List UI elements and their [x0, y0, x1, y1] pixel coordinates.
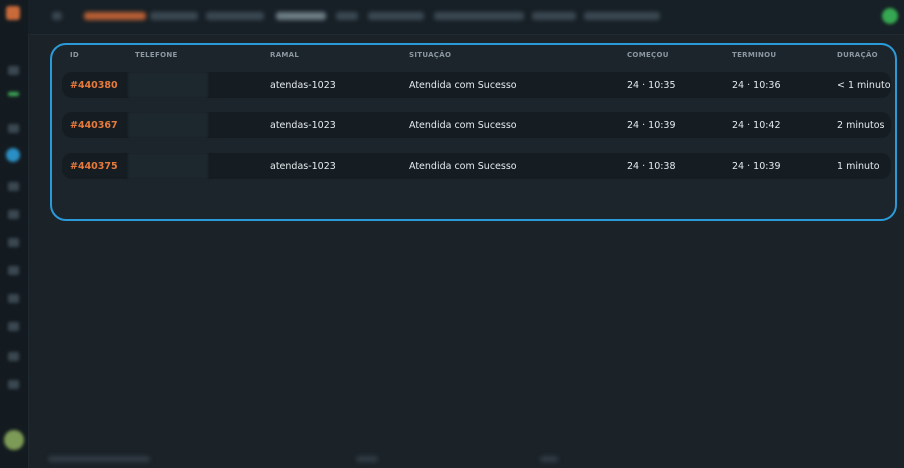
comecou-cell: 24 · 10:35 — [627, 80, 676, 91]
terminou-cell: 24 · 10:42 — [732, 120, 781, 131]
footer-text — [356, 456, 378, 462]
comecou-cell: 24 · 10:38 — [627, 161, 676, 172]
table-header: ID TELEFONE RAMAL SITUAÇÃO COMEÇOU TERMI… — [52, 51, 895, 63]
terminou-cell: 24 · 10:39 — [732, 161, 781, 172]
ramal-cell: atendas-1023 — [270, 120, 336, 131]
situacao-cell: Atendida com Sucesso — [409, 161, 517, 172]
ramal-cell: atendas-1023 — [270, 80, 336, 91]
terminou-cell: 24 · 10:36 — [732, 80, 781, 91]
phone-redacted — [128, 153, 208, 179]
footer-text — [540, 456, 558, 462]
nav-icon[interactable] — [8, 294, 19, 303]
ramal-cell: atendas-1023 — [270, 161, 336, 172]
situacao-cell: Atendida com Sucesso — [409, 80, 517, 91]
nav-icon[interactable] — [8, 210, 19, 219]
calls-table-card: ID TELEFONE RAMAL SITUAÇÃO COMEÇOU TERMI… — [50, 43, 897, 221]
tab[interactable] — [150, 12, 198, 20]
tab[interactable] — [584, 12, 660, 20]
phone-redacted — [128, 72, 208, 98]
table-row[interactable]: #440367 atendas-1023 Atendida com Sucess… — [62, 112, 891, 138]
sidebar — [0, 0, 29, 468]
duracao-cell: 1 minuto — [837, 161, 880, 172]
table-row[interactable]: #440375 atendas-1023 Atendida com Sucess… — [62, 153, 891, 179]
user-avatar[interactable] — [4, 430, 24, 450]
table-row[interactable]: #440380 atendas-1023 Atendida com Sucess… — [62, 72, 891, 98]
nav-icon[interactable] — [8, 352, 19, 361]
comecou-cell: 24 · 10:39 — [627, 120, 676, 131]
nav-icon-active[interactable] — [6, 148, 20, 162]
header-telefone: TELEFONE — [135, 51, 178, 59]
call-id-link[interactable]: #440375 — [70, 161, 118, 172]
situacao-cell: Atendida com Sucesso — [409, 120, 517, 131]
header-situacao: SITUAÇÃO — [409, 51, 452, 59]
nav-icon[interactable] — [8, 238, 19, 247]
nav-icon[interactable] — [8, 266, 19, 275]
call-id-link[interactable]: #440380 — [70, 80, 118, 91]
nav-icon[interactable] — [8, 182, 19, 191]
tab[interactable] — [52, 12, 62, 20]
nav-icon[interactable] — [8, 124, 19, 133]
header-comecou: COMEÇOU — [627, 51, 669, 59]
nav-icon[interactable] — [8, 92, 19, 96]
nav-icon[interactable] — [8, 322, 19, 331]
tab-active[interactable] — [276, 12, 326, 20]
nav-icon[interactable] — [8, 380, 19, 389]
header-duracao: DURAÇÃO — [837, 51, 878, 59]
tab[interactable] — [84, 12, 146, 20]
call-id-link[interactable]: #440367 — [70, 120, 118, 131]
app-logo — [6, 6, 20, 20]
tab[interactable] — [532, 12, 576, 20]
footer-text — [48, 456, 150, 462]
duracao-cell: 2 minutos — [837, 120, 885, 131]
duracao-cell: < 1 minuto — [837, 80, 891, 91]
status-dot[interactable] — [882, 8, 898, 24]
tab[interactable] — [206, 12, 264, 20]
top-bar — [28, 0, 904, 35]
header-id: ID — [70, 51, 80, 59]
tab[interactable] — [434, 12, 524, 20]
nav-icon[interactable] — [8, 66, 19, 75]
phone-redacted — [128, 112, 208, 138]
header-terminou: TERMINOU — [732, 51, 777, 59]
tab[interactable] — [368, 12, 424, 20]
header-ramal: RAMAL — [270, 51, 300, 59]
tab[interactable] — [336, 12, 358, 20]
